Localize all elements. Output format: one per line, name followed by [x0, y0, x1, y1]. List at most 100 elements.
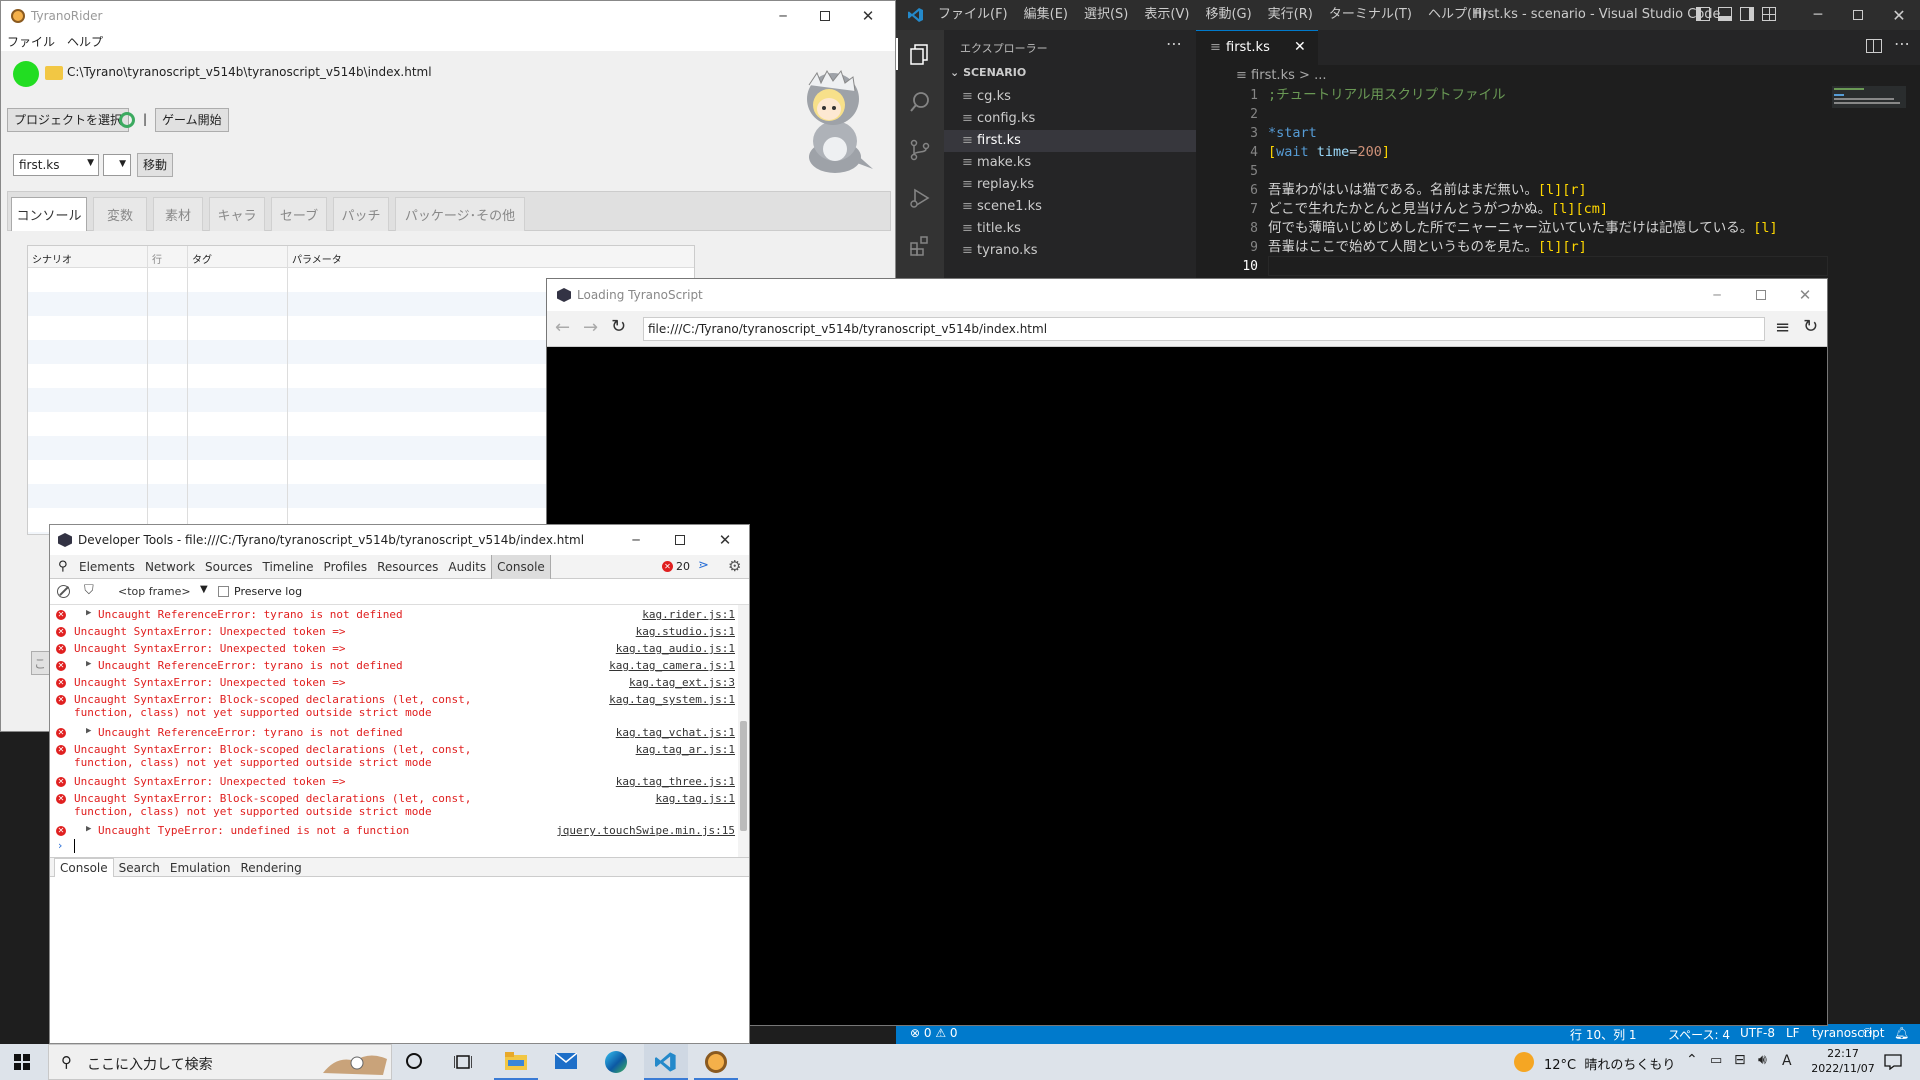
- tab-patch[interactable]: パッチ: [333, 197, 389, 231]
- notifications-icon[interactable]: 🔔︎: [1894, 1026, 1909, 1040]
- code-line-8[interactable]: 何でも薄暗いじめじめした所でニャーニャー泣いていた事だけは記憶している。[l]: [1268, 219, 1778, 238]
- console-message[interactable]: ✕ Uncaught SyntaxError: Unexpected token …: [50, 675, 735, 692]
- weather-icon[interactable]: [1514, 1052, 1534, 1072]
- language-status[interactable]: tyranoscript: [1812, 1026, 1884, 1040]
- minimap[interactable]: [1832, 86, 1906, 108]
- folder-header[interactable]: ⌄ SCENARIO: [950, 66, 1026, 79]
- taskbar-edge[interactable]: [594, 1044, 638, 1080]
- browser-minimize-icon[interactable]: ─: [1695, 279, 1739, 311]
- vscode-close-icon[interactable]: ✕: [1878, 0, 1920, 30]
- address-bar[interactable]: file:///C:/Tyrano/tyranoscript_v514b/tyr…: [643, 317, 1765, 341]
- code-line-7[interactable]: どこで生れたかとんと見当けんとうがつかぬ。[l][cm]: [1268, 200, 1608, 219]
- console-message[interactable]: ✕ ▶ Uncaught ReferenceError: tyrano is not…: [50, 725, 735, 742]
- inspect-search-icon[interactable]: ⚲: [58, 559, 68, 574]
- file-item[interactable]: ≡ config.ks: [962, 108, 1035, 130]
- file-item[interactable]: ≡ replay.ks: [962, 174, 1034, 196]
- encoding-status[interactable]: UTF-8: [1740, 1026, 1775, 1040]
- console-message[interactable]: ✕ ▶ Uncaught ReferenceError: tyrano is not…: [50, 658, 735, 675]
- indent-status[interactable]: スペース: 4: [1668, 1026, 1730, 1043]
- file-select[interactable]: first.ks ▼: [13, 154, 99, 176]
- panel-audits[interactable]: Audits: [443, 555, 491, 579]
- menu-terminal[interactable]: ターミナル(T): [1321, 0, 1420, 30]
- drawer-emulation[interactable]: Emulation: [165, 859, 236, 877]
- frame-dropdown-icon[interactable]: ▼: [200, 584, 208, 595]
- customize-layout-icon[interactable]: [1762, 7, 1776, 21]
- network-icon[interactable]: ⊟: [1734, 1052, 1746, 1068]
- source-link[interactable]: kag.tag.js:1: [656, 792, 735, 805]
- source-link[interactable]: kag.tag_system.js:1: [609, 693, 735, 706]
- drawer-toggle-icon[interactable]: ⋗: [698, 558, 709, 573]
- dt-minimize-icon[interactable]: ─: [614, 525, 658, 555]
- col-params[interactable]: パラメータ: [292, 251, 342, 266]
- more-actions-icon[interactable]: ⋯: [1166, 34, 1182, 53]
- console-message[interactable]: ✕ ▶ Uncaught TypeError: undefined is not a…: [50, 823, 735, 840]
- drawer-console[interactable]: Console: [54, 858, 114, 878]
- source-link[interactable]: jquery.touchSwipe.min.js:15: [556, 824, 735, 837]
- toggle-sidebar-icon[interactable]: [1696, 7, 1710, 21]
- go-button[interactable]: 移動: [137, 153, 174, 177]
- browser-maximize-icon[interactable]: [1739, 279, 1783, 311]
- weather-text[interactable]: 12°C 晴れのちくもり: [1544, 1054, 1675, 1073]
- source-link[interactable]: kag.rider.js:1: [642, 608, 735, 621]
- split-editor-icon[interactable]: [1866, 39, 1882, 53]
- tab-variables[interactable]: 変数: [93, 197, 147, 231]
- cursor-position[interactable]: 行 10、列 1: [1570, 1026, 1637, 1043]
- toggle-secondary-sidebar-icon[interactable]: [1740, 7, 1754, 21]
- search-icon[interactable]: [908, 90, 932, 114]
- taskbar-clock[interactable]: 22:17 2022/11/07: [1806, 1046, 1880, 1078]
- panel-console[interactable]: Console: [491, 555, 551, 579]
- console-action-button[interactable]: こ: [31, 651, 51, 675]
- console-message[interactable]: ✕ Uncaught SyntaxError: Block-scoped decl…: [50, 692, 735, 724]
- vscode-minimize-icon[interactable]: ─: [1798, 0, 1838, 30]
- menu-view[interactable]: 表示(V): [1136, 0, 1197, 30]
- extensions-icon[interactable]: [908, 234, 932, 258]
- console-message[interactable]: ✕ Uncaught SyntaxError: Block-scoped decl…: [50, 791, 735, 823]
- drawer-rendering[interactable]: Rendering: [235, 859, 306, 877]
- display-icon[interactable]: ▭: [1710, 1053, 1722, 1068]
- error-count[interactable]: 20: [676, 560, 690, 573]
- tab-characters[interactable]: キャラ: [209, 197, 265, 231]
- action-center-icon[interactable]: [1884, 1054, 1902, 1070]
- tr-maximize-icon[interactable]: [805, 1, 845, 31]
- editor-tab-first-ks[interactable]: ≡ first.ks ✕: [1196, 30, 1318, 65]
- source-link[interactable]: kag.tag_ext.js:3: [629, 676, 735, 689]
- source-link[interactable]: kag.tag_three.js:1: [616, 775, 735, 788]
- taskbar-tyranorider[interactable]: [694, 1044, 738, 1080]
- expand-triangle-icon[interactable]: ▶: [86, 659, 91, 669]
- tab-save[interactable]: セーブ: [271, 197, 327, 231]
- expand-triangle-icon[interactable]: ▶: [86, 824, 91, 834]
- volume-icon[interactable]: 🔊︎: [1758, 1052, 1767, 1068]
- taskbar-mail[interactable]: [544, 1044, 588, 1080]
- menu-file[interactable]: ファイル(F): [930, 0, 1016, 30]
- preserve-log-checkbox[interactable]: [218, 586, 229, 597]
- tab-package[interactable]: パッケージ･その他: [395, 197, 525, 231]
- panel-network[interactable]: Network: [140, 555, 200, 579]
- file-item[interactable]: ≡ scene1.ks: [962, 196, 1042, 218]
- forward-icon[interactable]: →: [583, 317, 598, 338]
- toggle-panel-icon[interactable]: [1718, 7, 1732, 21]
- editor-more-icon[interactable]: ⋯: [1894, 34, 1910, 53]
- console-message[interactable]: ✕ Uncaught SyntaxError: Unexpected token …: [50, 624, 735, 641]
- console-message[interactable]: ✕ Uncaught SyntaxError: Unexpected token …: [50, 774, 735, 791]
- col-line[interactable]: 行: [152, 251, 162, 266]
- windows-start-icon[interactable]: [14, 1054, 30, 1070]
- tr-minimize-icon[interactable]: ─: [763, 1, 803, 31]
- tab-close-icon[interactable]: ✕: [1294, 39, 1306, 55]
- ime-indicator[interactable]: A: [1782, 1053, 1792, 1069]
- panel-timeline[interactable]: Timeline: [258, 555, 319, 579]
- taskbar-explorer[interactable]: [494, 1044, 538, 1080]
- folder-icon[interactable]: [45, 66, 63, 80]
- back-icon[interactable]: ←: [555, 317, 570, 338]
- cortana-icon[interactable]: [406, 1053, 422, 1069]
- tab-console[interactable]: コンソール: [11, 197, 87, 231]
- label-select[interactable]: ▼: [103, 154, 131, 176]
- expand-triangle-icon[interactable]: ▶: [86, 726, 91, 736]
- breadcrumb-symbol[interactable]: ...: [1314, 68, 1326, 83]
- breadcrumb-file[interactable]: first.ks: [1251, 68, 1295, 83]
- reload-icon[interactable]: ↻: [611, 316, 626, 337]
- reload-alt-icon[interactable]: ↻: [1803, 316, 1818, 337]
- tr-close-icon[interactable]: ✕: [847, 1, 889, 31]
- code-line-4[interactable]: [wait time=200]: [1268, 143, 1390, 162]
- console-message[interactable]: ✕ Uncaught SyntaxError: Block-scoped decl…: [50, 742, 735, 774]
- drawer-search[interactable]: Search: [114, 859, 165, 877]
